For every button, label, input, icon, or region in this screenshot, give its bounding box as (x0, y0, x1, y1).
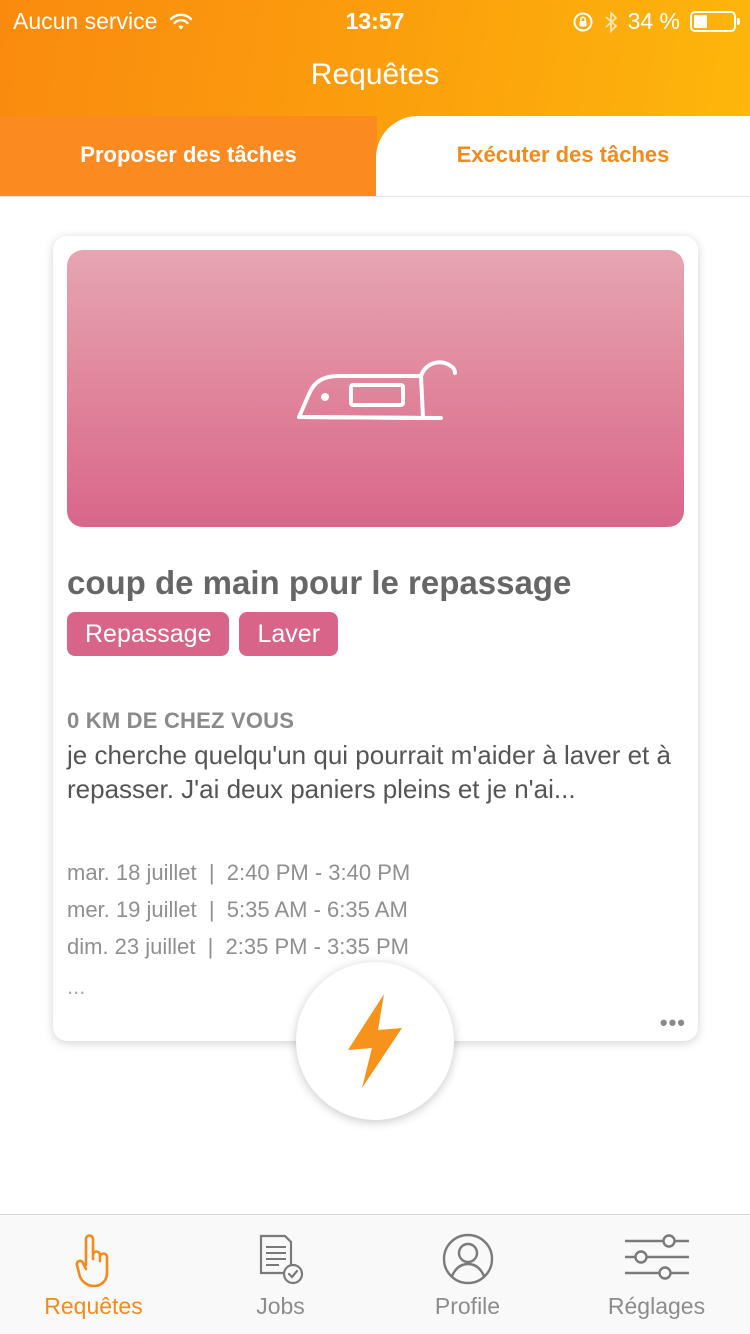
status-bar: Aucun service 13:57 34 % (0, 0, 750, 42)
tab-execute-tasks[interactable]: Exécuter des tâches (376, 116, 750, 197)
bottom-tab-label: Jobs (256, 1293, 305, 1319)
rotation-lock-icon (573, 12, 593, 31)
user-circle-icon (442, 1233, 493, 1285)
bottom-tab-settings[interactable]: Réglages (563, 1215, 750, 1334)
header: Aucun service 13:57 34 % Requêtes Propos… (0, 0, 750, 197)
task-card[interactable]: coup de main pour le repassage Repassage… (53, 236, 698, 1041)
sliders-icon (624, 1234, 689, 1280)
bottom-tab-label: Profile (434, 1293, 501, 1319)
schedule-more: ... (67, 974, 86, 999)
task-description: je cherche quelqu'un qui pourrait m'aide… (67, 740, 671, 804)
task-image (67, 250, 684, 527)
distance-label: 0 KM DE CHEZ VOUS (67, 708, 295, 733)
page-title: Requêtes (310, 58, 440, 91)
bottom-tab-bar: Requêtes Jobs Profile Réglages (0, 1214, 750, 1334)
tag-badge: Repassage (67, 612, 230, 656)
document-check-icon (259, 1234, 303, 1285)
bottom-tab-label: Réglages (607, 1293, 706, 1319)
tag-badge: Laver (239, 612, 339, 656)
bottom-tab-jobs[interactable]: Jobs (187, 1215, 374, 1334)
battery-icon (690, 11, 740, 32)
bottom-tab-label: Requêtes (44, 1293, 143, 1319)
iron-icon (296, 359, 457, 420)
segmented-tabs: Proposer des tâches Exécuter des tâches (0, 116, 750, 197)
schedule-list: mar. 18 juillet | 2:40 PM - 3:40 PM mer.… (67, 858, 667, 969)
tab-execute-label: Exécuter des tâches (456, 142, 670, 167)
tab-propose-tasks[interactable]: Proposer des tâches (0, 116, 377, 197)
schedule-slot: mar. 18 juillet | 2:40 PM - 3:40 PM (67, 860, 411, 885)
schedule-slot: mer. 19 juillet | 5:35 AM - 6:35 AM (67, 897, 408, 922)
hand-pointing-icon (75, 1234, 108, 1288)
task-tags: Repassage Laver (67, 612, 339, 656)
bluetooth-icon (604, 10, 617, 33)
bottom-tab-profile[interactable]: Profile (374, 1215, 561, 1334)
bottom-tab-requetes[interactable]: Requêtes (0, 1215, 187, 1334)
tab-propose-label: Proposer des tâches (80, 142, 297, 167)
battery-percent: 34 % (627, 8, 680, 34)
quick-action-button[interactable] (296, 962, 454, 1120)
task-title: coup de main pour le repassage (67, 564, 572, 601)
header-divider (0, 196, 750, 197)
more-options-button[interactable]: ••• (660, 1010, 686, 1036)
lightning-icon (348, 994, 402, 1088)
